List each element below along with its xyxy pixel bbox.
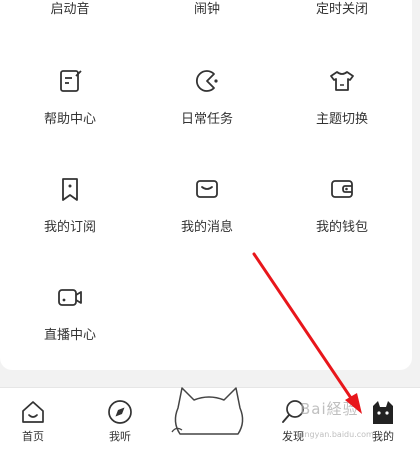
watermark: Bai経验 xyxy=(300,400,359,418)
compass-icon xyxy=(108,400,132,424)
bottom-tab-bar: 首页 我听 发现 我的 xyxy=(0,387,420,451)
tab-label: 我听 xyxy=(109,430,131,443)
settings-card: 启动音 闹钟 定时关闭 帮助中心 日常任务 主题切换 我的订阅 我的消息 我的钱… xyxy=(0,0,412,370)
menu-item-alarm[interactable]: 闹钟 xyxy=(137,0,277,17)
video-camera-icon xyxy=(58,289,82,306)
menu-label: 帮助中心 xyxy=(43,112,96,127)
home-icon xyxy=(22,401,44,423)
help-document-icon xyxy=(60,70,82,92)
watermark-url: jingyan.baidu.com xyxy=(300,430,374,439)
menu-item-startup-sound[interactable]: 启动音 xyxy=(0,0,140,17)
wallet-icon xyxy=(331,180,353,198)
menu-label: 直播中心 xyxy=(43,328,96,343)
menu-item-help-center[interactable]: 帮助中心 xyxy=(0,66,140,127)
tab-listen[interactable]: 我听 xyxy=(90,398,150,444)
menu-label: 我的订阅 xyxy=(43,220,96,235)
menu-item-my-wallet[interactable]: 我的钱包 xyxy=(272,174,412,235)
bookmark-star-icon xyxy=(62,178,78,201)
menu-label: 启动音 xyxy=(50,2,90,17)
menu-item-theme-switch[interactable]: 主题切换 xyxy=(272,66,412,127)
menu-item-sleep-timer[interactable]: 定时关闭 xyxy=(272,0,412,17)
menu-item-daily-tasks[interactable]: 日常任务 xyxy=(137,66,277,127)
menu-item-my-subscriptions[interactable]: 我的订阅 xyxy=(0,174,140,235)
message-icon xyxy=(196,180,218,198)
tab-label: 首页 xyxy=(22,430,44,443)
menu-label: 定时关闭 xyxy=(315,2,368,17)
pacman-icon xyxy=(195,70,218,92)
cat-face-icon xyxy=(373,401,393,424)
menu-item-my-messages[interactable]: 我的消息 xyxy=(137,174,277,235)
menu-label: 我的消息 xyxy=(180,220,233,235)
menu-label: 我的钱包 xyxy=(315,220,368,235)
menu-label: 日常任务 xyxy=(180,112,233,127)
menu-label: 闹钟 xyxy=(193,2,220,17)
tab-home[interactable]: 首页 xyxy=(3,398,63,444)
cat-mascot-button[interactable] xyxy=(170,382,248,438)
menu-label: 主题切换 xyxy=(315,112,368,127)
tshirt-icon xyxy=(330,71,354,91)
menu-item-live-center[interactable]: 直播中心 xyxy=(0,282,140,343)
